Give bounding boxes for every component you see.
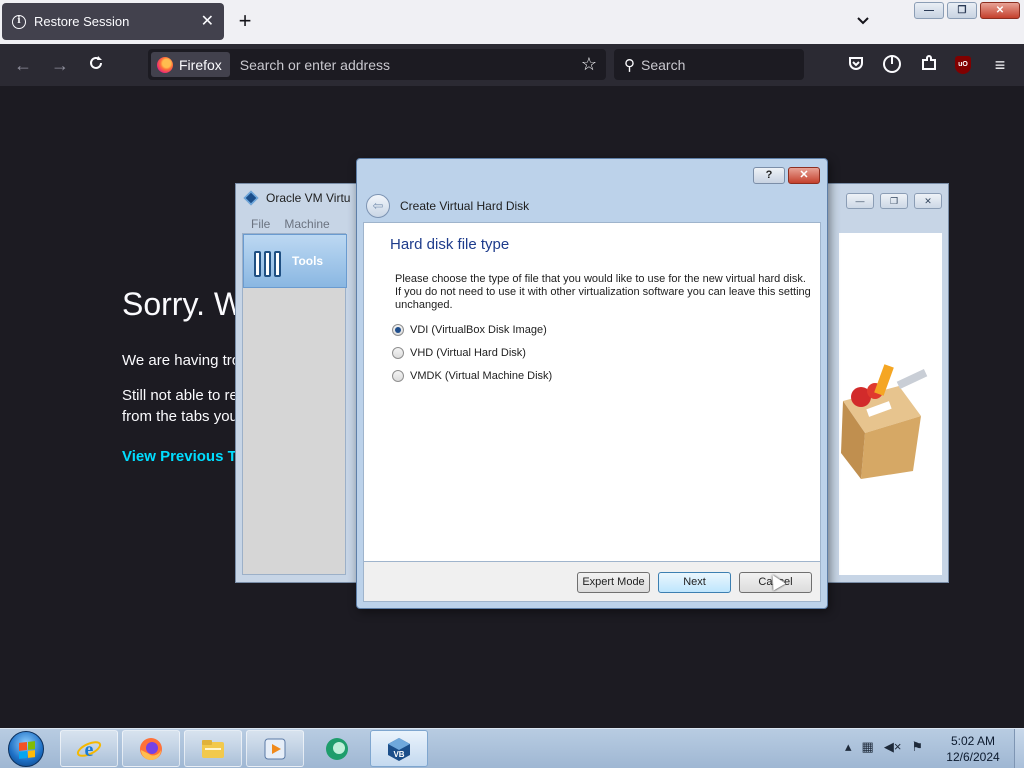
radio-button[interactable] — [392, 347, 404, 359]
manager-window-controls: — ❐ ✕ — [846, 193, 942, 209]
start-button[interactable] — [8, 731, 44, 767]
radio-label-vmdk: VMDK (Virtual Machine Disk) — [410, 370, 553, 382]
dialog-button-bar: Expert Mode Next Cancel — [363, 562, 821, 602]
clock-time: 5:02 AM — [950, 734, 996, 748]
close-window-button[interactable]: ✕ — [980, 2, 1020, 19]
taskbar: e VB ▴ ▦ ◀× ⚑ 5:02 AM 12/6/2024 — [0, 728, 1024, 768]
volume-muted-icon[interactable]: ◀× — [884, 739, 902, 755]
network-icon[interactable]: ▦ — [862, 739, 874, 755]
extensions-icon[interactable] — [918, 54, 940, 76]
menu-machine[interactable]: Machine — [284, 217, 329, 231]
toolbox-illustration-icon — [841, 364, 928, 479]
manager-restore-button[interactable]: ❐ — [880, 193, 908, 209]
taskbar-firefox[interactable] — [122, 730, 180, 767]
help-button[interactable]: ? — [753, 167, 785, 184]
taskbar-media-player[interactable] — [246, 730, 304, 767]
back-arrow-icon[interactable]: ← — [12, 54, 34, 76]
forward-arrow-icon[interactable]: → — [49, 54, 71, 76]
action-center-flag-icon[interactable]: ⚑ — [911, 739, 923, 755]
tab-strip: i Restore Session ✕ + — ❐ ✕ — [0, 0, 1024, 44]
folder-icon — [202, 739, 224, 758]
next-button[interactable]: Next — [658, 572, 731, 593]
window-controls: — ❐ ✕ — [914, 2, 1020, 19]
address-bar[interactable]: Firefox Search or enter address ☆ — [148, 49, 606, 80]
manager-close-button[interactable]: ✕ — [914, 193, 942, 209]
radio-button-checked[interactable] — [392, 324, 404, 336]
expert-mode-button[interactable]: Expert Mode — [577, 572, 650, 593]
firefox-icon — [140, 737, 162, 760]
virtualbox-icon: VB — [388, 737, 410, 761]
clock-date: 12/6/2024 — [946, 750, 1000, 764]
back-arrow-icon[interactable]: ⇦ — [366, 193, 390, 218]
page-heading: Hard disk file type — [390, 236, 510, 253]
ublock-origin-icon[interactable]: uO — [955, 56, 971, 74]
view-previous-tabs-link[interactable]: View Previous Ta — [122, 448, 244, 465]
new-tab-button[interactable]: + — [234, 10, 256, 32]
radio-option-vhd[interactable]: VHD (Virtual Hard Disk) — [392, 347, 526, 359]
tab-close-button[interactable]: ✕ — [201, 13, 214, 30]
search-bar[interactable]: ⚲ Search — [614, 49, 804, 80]
search-input[interactable]: Search — [641, 57, 685, 73]
system-tray: ▴ ▦ ◀× ⚑ — [845, 739, 923, 755]
radio-label-vdi: VDI (VirtualBox Disk Image) — [410, 324, 547, 336]
tab-title: Restore Session — [34, 14, 130, 29]
window-title: Oracle VM Virtu — [243, 190, 351, 206]
machine-list-pane: Tools — [242, 233, 347, 575]
radio-option-vmdk[interactable]: VMDK (Virtual Machine Disk) — [392, 370, 552, 382]
dialog-title: Create Virtual Hard Disk — [400, 198, 530, 213]
windows-logo-icon — [19, 741, 35, 759]
navigation-toolbar: ← → Firefox Search or enter address ☆ ⚲ … — [0, 44, 1024, 86]
page-title: Sorry. W — [122, 286, 245, 322]
bookmark-star-icon[interactable]: ☆ — [578, 54, 600, 75]
show-hidden-icons-icon[interactable]: ▴ — [845, 739, 852, 755]
tab-restore-session[interactable]: i Restore Session ✕ — [2, 3, 224, 40]
create-virtual-hard-disk-dialog: ? ✕ ⇦ Create Virtual Hard Disk Hard disk… — [356, 158, 828, 609]
wizard-header: ⇦ Create Virtual Hard Disk — [363, 189, 821, 222]
account-icon[interactable] — [881, 54, 903, 76]
minimize-button[interactable]: — — [914, 2, 944, 19]
menu-bar: File Machine — [251, 217, 330, 231]
green-app-icon — [326, 737, 348, 760]
firefox-logo-icon — [157, 56, 173, 73]
media-player-icon — [264, 738, 286, 759]
search-icon: ⚲ — [624, 56, 635, 74]
taskbar-virtualbox[interactable]: VB — [370, 730, 428, 767]
list-all-tabs-button[interactable] — [852, 10, 874, 32]
virtualbox-icon — [243, 190, 259, 206]
page-paragraph-2a: Still not able to re — [122, 387, 238, 404]
taskbar-app[interactable] — [308, 730, 366, 767]
tools-label: Tools — [292, 254, 324, 268]
page-description: Please choose the type of file that you … — [395, 273, 811, 311]
info-icon: i — [12, 14, 26, 29]
radio-option-vdi[interactable]: VDI (VirtualBox Disk Image) — [392, 324, 547, 336]
taskbar-file-explorer[interactable] — [184, 730, 242, 767]
address-input[interactable]: Search or enter address — [240, 57, 578, 73]
identity-chip-label: Firefox — [179, 56, 222, 73]
svg-text:VB: VB — [393, 750, 404, 759]
window-title-text: Oracle VM Virtu — [266, 191, 351, 205]
menu-file[interactable]: File — [251, 217, 270, 231]
radio-button[interactable] — [392, 370, 404, 382]
reload-icon[interactable] — [85, 54, 107, 76]
tools-pane — [839, 233, 942, 575]
dialog-window-controls: ? ✕ — [753, 167, 820, 184]
hamburger-menu-icon[interactable]: ≡ — [989, 54, 1011, 76]
identity-chip[interactable]: Firefox — [151, 52, 230, 77]
dialog-close-button[interactable]: ✕ — [788, 167, 820, 184]
pocket-icon[interactable] — [845, 54, 867, 76]
tools-icon — [254, 245, 282, 277]
chevron-down-icon — [857, 17, 869, 25]
svg-text:e: e — [85, 739, 94, 761]
tools-item[interactable]: Tools — [243, 234, 347, 288]
show-desktop-button[interactable] — [1014, 729, 1024, 768]
page-paragraph-2b: from the tabs you — [122, 408, 238, 425]
taskbar-internet-explorer[interactable]: e — [60, 730, 118, 767]
restore-button[interactable]: ❐ — [947, 2, 977, 19]
manager-minimize-button[interactable]: — — [846, 193, 874, 209]
radio-label-vhd: VHD (Virtual Hard Disk) — [410, 347, 526, 359]
internet-explorer-icon: e — [76, 739, 102, 761]
clock[interactable]: 5:02 AM 12/6/2024 — [940, 733, 1006, 765]
wizard-page: Hard disk file type Please choose the ty… — [363, 222, 821, 562]
page-paragraph-1: We are having tro — [122, 352, 241, 369]
